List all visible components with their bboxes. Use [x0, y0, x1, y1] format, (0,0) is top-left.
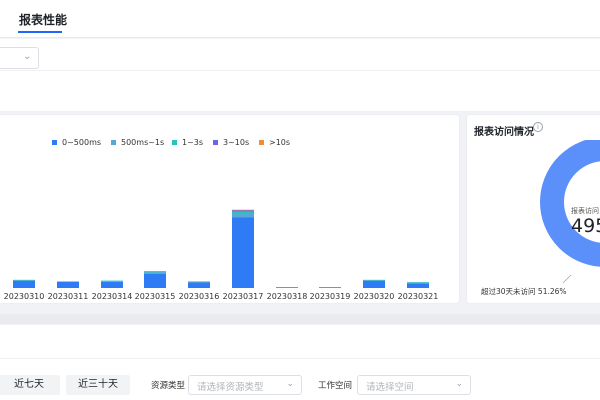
- x-tick-label: 20230319: [309, 292, 351, 301]
- legend-label: >10s: [269, 137, 291, 147]
- donut-ring: [540, 140, 600, 267]
- legend-item[interactable]: 3~10s: [213, 136, 249, 148]
- chevron-down-icon: ⌄: [455, 379, 463, 389]
- resource-type-placeholder: 请选择资源类型: [197, 382, 264, 393]
- legend-swatch: [111, 139, 116, 145]
- bar-20230314-1~3s: [101, 280, 123, 282]
- legend-item[interactable]: 0~500ms: [52, 136, 101, 148]
- chevron-down-icon: ⌄: [23, 51, 32, 62]
- info-icon[interactable]: i: [533, 122, 543, 132]
- bar-20230311-500ms~1s: [57, 281, 79, 282]
- divider: [0, 358, 600, 359]
- legend-swatch: [213, 139, 218, 145]
- last-30-days-button[interactable]: 近三十天: [66, 375, 130, 395]
- legend-label: 3~10s: [223, 137, 250, 147]
- bar-20230310-0~500ms: [13, 280, 35, 288]
- x-tick-label: 20230320: [353, 292, 395, 301]
- bar-20230320-0~500ms: [363, 280, 385, 288]
- chevron-down-icon: ⌄: [286, 379, 294, 389]
- last-7-days-button[interactable]: 近七天: [0, 375, 60, 395]
- donut-title: 报表访问情况: [474, 127, 534, 138]
- legend-item[interactable]: 500ms~1s: [111, 136, 164, 148]
- bar-20230319-0~500ms: [319, 287, 341, 288]
- workspace-placeholder: 请选择空间: [366, 382, 414, 393]
- x-tick-label: 20230318: [266, 292, 308, 301]
- resource-type-label: 资源类型: [151, 381, 186, 391]
- workspace-label: 工作空间: [318, 381, 353, 391]
- workspace-select[interactable]: 请选择空间 ⌄: [357, 375, 471, 395]
- legend-swatch: [52, 139, 57, 145]
- legend-item[interactable]: 1~3s: [172, 136, 203, 148]
- x-tick-label: 20230316: [178, 292, 220, 301]
- x-tick-label: 20230315: [134, 292, 176, 301]
- legend-label: 1~3s: [182, 137, 204, 147]
- bar-20230310-1~3s: [13, 279, 35, 281]
- bar-20230311-0~500ms: [57, 281, 79, 288]
- resource-type-select[interactable]: 请选择资源类型 ⌄: [188, 375, 302, 395]
- donut-center-value: 495: [571, 215, 600, 237]
- bar-20230317->10s: [232, 209, 254, 211]
- bar-20230315-500ms~1s: [144, 272, 166, 274]
- section-gap: [0, 314, 600, 324]
- legend-label: 0~500ms: [62, 137, 102, 147]
- active-tab-indicator: [18, 31, 62, 33]
- legend-label: 500ms~1s: [121, 137, 165, 147]
- top-tab-bar: 能 报表性能: [0, 0, 600, 38]
- divider: [0, 70, 600, 71]
- donut-leader-line: [562, 274, 572, 284]
- x-tick-label: 20230317: [222, 292, 264, 301]
- filter-band: [0, 39, 600, 111]
- donut-annotation: 超过30天未访问 51.26%: [481, 287, 567, 296]
- x-tick-label: 20230310: [3, 292, 45, 301]
- bar-20230316-0~500ms: [188, 282, 210, 288]
- bar-20230321-1~3s: [407, 282, 429, 283]
- x-tick-label: 20230314: [91, 292, 133, 301]
- bar-20230317-500ms~1s: [232, 214, 254, 218]
- legend-item[interactable]: >10s: [259, 136, 290, 148]
- x-tick-label: 20230321: [397, 292, 439, 301]
- bar-20230317-1~3s: [232, 211, 254, 214]
- bar-20230318-0~500ms: [276, 287, 298, 288]
- tab-report-performance[interactable]: 报表性能: [19, 11, 67, 28]
- bar-20230317-0~500ms: [232, 217, 254, 288]
- bar-20230321-0~500ms: [407, 283, 429, 288]
- x-tick-label: 20230311: [47, 292, 89, 301]
- bar-20230315-3~10s: [144, 271, 166, 272]
- bar-20230320-1~3s: [363, 279, 385, 281]
- legend-swatch: [172, 139, 177, 145]
- report-access-card: 报表访问情况 i 报表访问 495 超过30天未访问 51.26%: [466, 114, 600, 304]
- bar-20230314-0~500ms: [101, 281, 123, 288]
- legend-swatch: [259, 139, 264, 145]
- bar-20230317-3~10s: [232, 210, 254, 212]
- time-range-select[interactable]: ⌄: [0, 47, 39, 69]
- bar-20230316-1~3s: [188, 281, 210, 282]
- bar-20230315-0~500ms: [144, 273, 166, 288]
